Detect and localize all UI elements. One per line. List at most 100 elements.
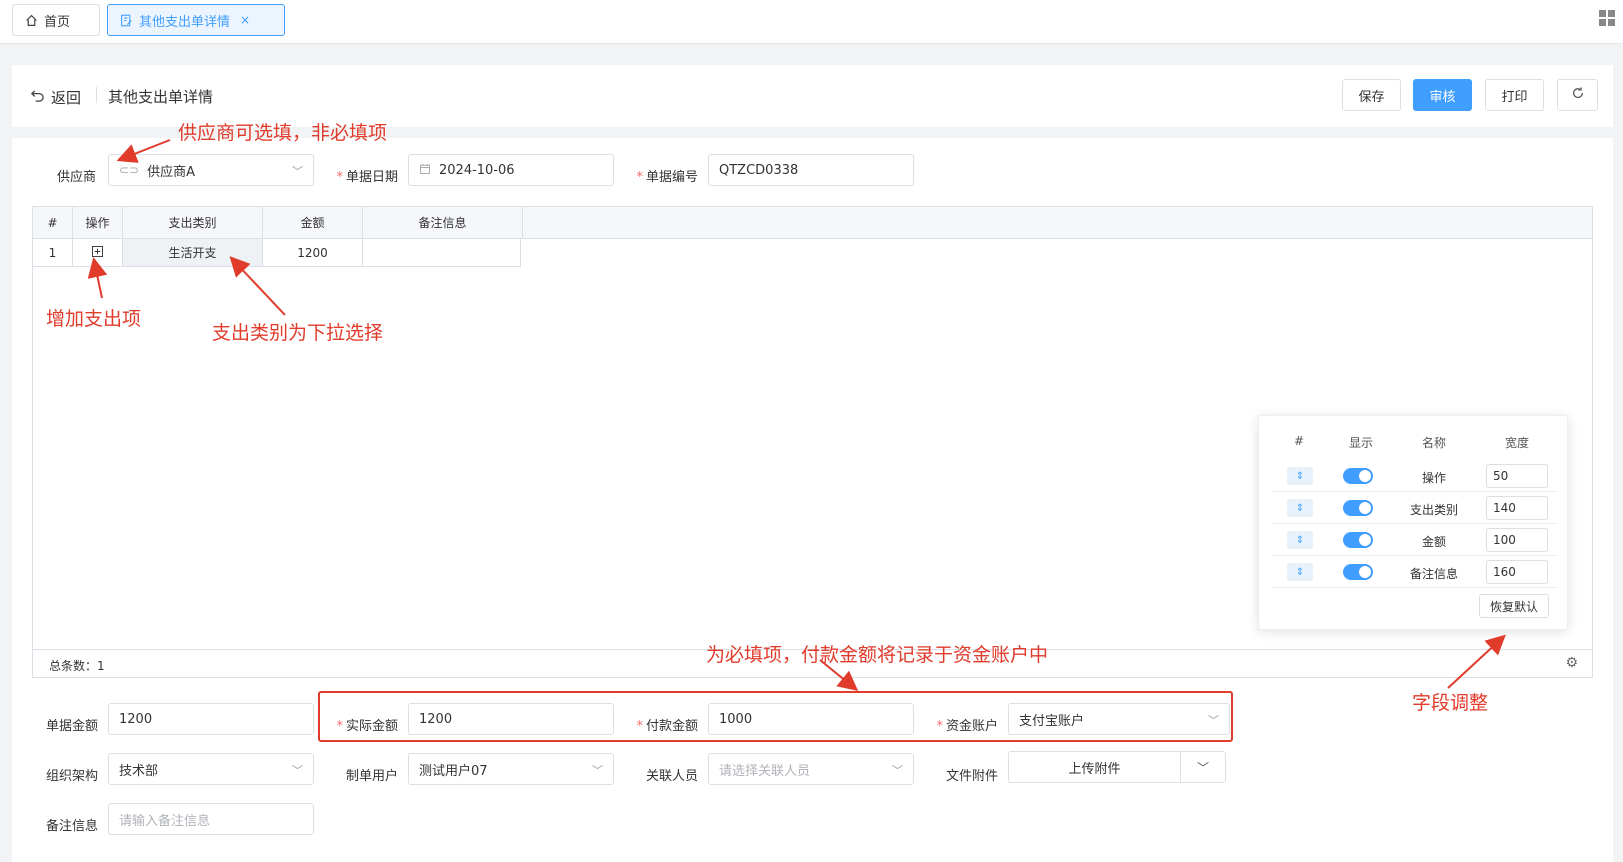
gear-icon[interactable]: ⚙	[1565, 655, 1578, 671]
annotation-field-adjust: 字段调整	[1412, 692, 1489, 714]
visible-toggle[interactable]	[1343, 532, 1373, 548]
col-header-category: 支出类别	[123, 207, 263, 238]
audit-button[interactable]: 审核	[1413, 79, 1472, 111]
tab-bar: 首页 其他支出单详情 ×	[0, 0, 1623, 44]
maker-select[interactable]: 测试用户07 ﹀	[408, 753, 614, 785]
upload-attachment-button[interactable]: 上传附件	[1008, 751, 1181, 783]
header-divider	[96, 87, 97, 103]
tab-expense-detail-label: 其他支出单详情	[139, 14, 231, 30]
drag-handle-icon[interactable]: ⇕	[1287, 531, 1313, 549]
table-header: # 操作 支出类别 金额 备注信息	[33, 207, 1592, 239]
calendar-icon	[419, 163, 431, 178]
back-button[interactable]: 返回	[30, 87, 81, 108]
back-arrow-icon	[30, 87, 45, 108]
column-width-input[interactable]: 50	[1486, 464, 1548, 488]
org-select[interactable]: 技术部 ﹀	[108, 753, 314, 785]
cp-header-width: 宽度	[1504, 436, 1529, 450]
back-label: 返回	[51, 89, 82, 107]
close-icon[interactable]: ×	[240, 13, 250, 27]
column-setting-row: ⇕ 备注信息 160	[1271, 556, 1557, 588]
chevron-down-icon: ﹀	[292, 764, 303, 777]
cell-index: 1	[33, 239, 73, 266]
add-row-button[interactable]	[73, 239, 123, 266]
doc-no-label: * 单据编号	[636, 170, 698, 185]
visible-toggle[interactable]	[1343, 468, 1373, 484]
annotation-supplier: 供应商可选填，非必填项	[178, 122, 388, 144]
column-setting-row: ⇕ 操作 50	[1271, 460, 1557, 492]
col-header-remark: 备注信息	[363, 207, 523, 238]
column-name: 操作	[1421, 471, 1446, 485]
print-button[interactable]: 打印	[1485, 79, 1544, 111]
upload-dropdown-button[interactable]: ﹀	[1181, 751, 1226, 783]
maker-label: 制单用户	[345, 769, 398, 784]
column-name: 备注信息	[1409, 567, 1458, 581]
chevron-down-icon: ﹀	[292, 165, 303, 178]
link-icon: ⊂⊃	[119, 163, 140, 177]
org-value: 技术部	[119, 763, 159, 779]
date-picker[interactable]: 2024-10-06	[408, 154, 614, 186]
annotation-add-item: 增加支出项	[46, 308, 142, 330]
supplier-select[interactable]: ⊂⊃ 供应商A ﹀	[108, 154, 314, 186]
cell-category-select[interactable]: 生活开支	[123, 239, 263, 266]
chevron-down-icon: ﹀	[892, 764, 903, 777]
related-placeholder: 请选择关联人员	[719, 763, 811, 779]
col-header-action: 操作	[73, 207, 123, 238]
related-select[interactable]: 请选择关联人员 ﹀	[708, 753, 914, 785]
column-name: 支出类别	[1409, 503, 1458, 517]
date-label: * 单据日期	[336, 170, 398, 185]
visible-toggle[interactable]	[1343, 500, 1373, 516]
annotation-required: 为必填项，付款金额将记录于资金账户中	[706, 644, 1049, 666]
cp-header-visible: 显示	[1348, 436, 1373, 450]
maker-value: 测试用户07	[419, 763, 488, 779]
chevron-down-icon: ﹀	[592, 764, 603, 777]
related-label: 关联人员	[645, 769, 698, 784]
total-count: 总条数：1	[49, 659, 105, 673]
cell-remark[interactable]	[363, 239, 521, 266]
annotation-category: 支出类别为下拉选择	[212, 322, 384, 344]
drag-handle-icon[interactable]: ⇕	[1287, 499, 1313, 517]
column-setting-row: ⇕ 支出类别 140	[1271, 492, 1557, 524]
home-icon	[25, 14, 38, 27]
required-fields-highlight	[318, 691, 1233, 742]
attachment-label: 文件附件	[945, 769, 998, 784]
plus-square-icon	[92, 245, 103, 260]
tab-expense-detail[interactable]: 其他支出单详情 ×	[107, 4, 285, 36]
supplier-value: 供应商A	[147, 164, 196, 180]
doc-amount-value: 1200	[119, 711, 153, 727]
remark-label: 备注信息	[45, 819, 98, 834]
remark-placeholder: 请输入备注信息	[119, 813, 211, 829]
document-edit-icon	[120, 14, 133, 27]
cell-amount[interactable]: 1200	[263, 239, 363, 266]
date-value: 2024-10-06	[439, 162, 515, 178]
save-button[interactable]: 保存	[1342, 79, 1401, 111]
col-header-index: #	[33, 207, 73, 238]
doc-no-value: QTZCD0338	[719, 162, 799, 178]
page-title: 其他支出单详情	[108, 88, 214, 106]
column-width-input[interactable]: 160	[1486, 560, 1548, 584]
drag-handle-icon[interactable]: ⇕	[1287, 563, 1313, 581]
tab-home-label: 首页	[44, 14, 71, 30]
column-settings-header: # 显示 名称 宽度	[1259, 434, 1567, 452]
tab-home[interactable]: 首页	[12, 4, 100, 36]
refresh-icon	[1571, 86, 1585, 104]
cp-header-name: 名称	[1421, 436, 1446, 450]
column-name: 金额	[1421, 535, 1446, 549]
org-label: 组织架构	[45, 769, 98, 784]
col-header-amount: 金额	[263, 207, 363, 238]
doc-no-input[interactable]: QTZCD0338	[708, 154, 914, 186]
drag-handle-icon[interactable]: ⇕	[1287, 467, 1313, 485]
table-row: 1 生活开支 1200	[33, 239, 521, 267]
doc-amount-input[interactable]: 1200	[108, 703, 314, 735]
remark-input[interactable]: 请输入备注信息	[108, 803, 314, 835]
layout-grid-icon[interactable]	[1599, 10, 1615, 26]
column-width-input[interactable]: 140	[1486, 496, 1548, 520]
reset-default-button[interactable]: 恢复默认	[1479, 594, 1549, 618]
column-setting-row: ⇕ 金额 100	[1271, 524, 1557, 556]
doc-amount-label: 单据金额	[45, 719, 98, 734]
chevron-down-icon: ﹀	[1196, 760, 1209, 775]
column-width-input[interactable]: 100	[1486, 528, 1548, 552]
column-settings-panel: # 显示 名称 宽度 ⇕ 操作 50 ⇕ 支出类别 140 ⇕ 金额 100 ⇕…	[1258, 415, 1568, 630]
refresh-button[interactable]	[1557, 79, 1598, 111]
visible-toggle[interactable]	[1343, 564, 1373, 580]
cp-header-index: #	[1293, 434, 1305, 448]
